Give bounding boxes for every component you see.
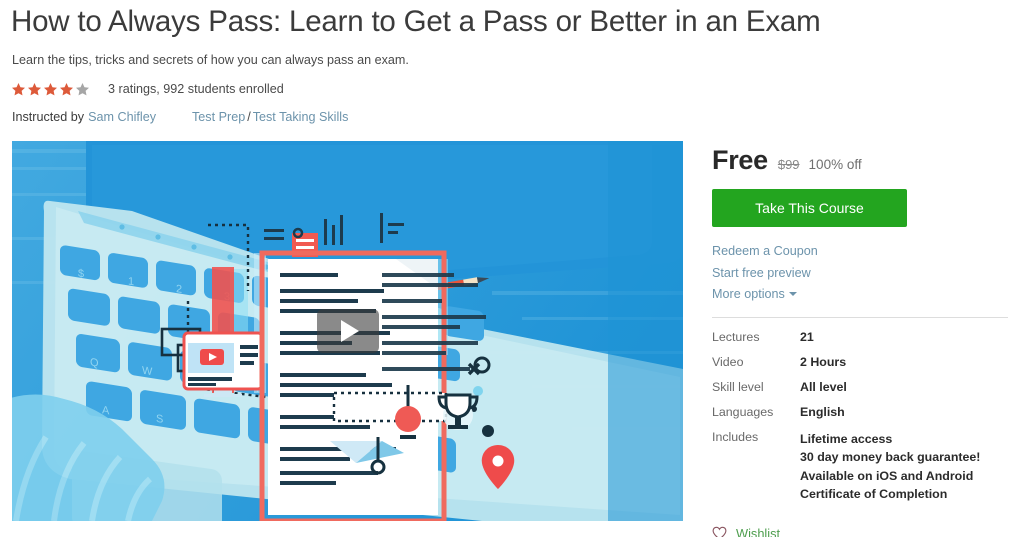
list-item: 30 day money back guarantee! [800,450,981,464]
purchase-panel: Free $99 100% off Take This Course Redee… [712,141,1012,537]
table-row: Lectures 21 [712,330,1008,355]
list-item: Lifetime access [800,431,893,446]
svg-text:2: 2 [176,283,182,296]
star-filled-icon [12,82,25,95]
more-options-label: More options [712,287,785,301]
spec-label: Video [712,354,744,369]
star-filled-icon [44,82,57,95]
table-row-includes: Includes Lifetime access 30 day money ba… [712,430,1008,514]
wishlist-label: Wishlist [736,525,781,537]
take-this-course-button[interactable]: Take This Course [712,189,907,227]
includes-cell: Lifetime access 30 day money back guaran… [800,430,1008,514]
spec-value: English [800,404,845,419]
star-filled-icon [28,82,41,95]
spec-label: Languages [712,404,774,419]
svg-text:$: $ [78,268,84,281]
chevron-down-icon [788,292,797,296]
svg-text:Q: Q [90,356,99,369]
spec-label: Skill level [712,379,764,394]
more-options-link[interactable]: More options [712,284,797,306]
price-row: Free $99 100% off [712,145,1012,179]
instructor-link[interactable]: Sam Chifley [88,110,156,124]
rating-row: 3 ratings, 992 students enrolled [11,80,284,98]
redeem-coupon-link[interactable]: Redeem a Coupon [712,241,818,263]
page-title: How to Always Pass: Learn to Get a Pass … [11,5,821,38]
current-price: Free [712,145,768,175]
includes-label: Includes [712,429,759,444]
course-preview-thumbnail[interactable]: $ 1 2 3 Q W A S P [12,141,683,521]
category-separator: / [247,110,251,124]
svg-text:1: 1 [128,275,134,288]
list-item: Certificate of Completion [800,487,948,501]
spec-value: 2 Hours [800,354,847,369]
rating-meta: 3 ratings, 992 students enrolled [108,82,284,96]
panel-divider [712,316,1008,318]
star-empty-icon [76,82,89,95]
heart-outline-icon [712,526,727,537]
category-breadcrumb: Test Prep / Test Taking Skills [192,110,348,124]
svg-text:S: S [156,413,163,426]
star-filled-icon [60,82,73,95]
panel-links: Redeem a Coupon Start free preview More … [712,241,1012,306]
start-free-preview-link[interactable]: Start free preview [712,263,811,285]
play-button[interactable] [316,309,379,353]
wishlist-button[interactable]: Wishlist [712,526,780,537]
spec-label: Lectures [712,329,760,344]
svg-text:W: W [142,365,153,379]
category-link[interactable]: Test Prep [192,110,245,124]
table-row: Languages English [712,405,1008,430]
original-price: $99 [777,157,800,172]
course-specs-table: Lectures 21 Video 2 Hours Skill level Al… [712,330,1008,514]
table-row: Video 2 Hours [712,355,1008,380]
spec-value: All level [800,379,847,394]
instructor-row: Instructed by Sam Chifley Test Prep / Test… [12,110,348,124]
play-triangle-icon [340,320,359,342]
list-item: Available on iOS and Android [800,468,974,483]
course-landing-page: How to Always Pass: Learn to Get a Pass … [0,0,1024,537]
includes-list: Lifetime access 30 day money back guaran… [800,430,1008,504]
subcategory-link[interactable]: Test Taking Skills [253,110,349,124]
discount-badge: 100% off [808,157,862,172]
instructed-by-label: Instructed by [12,110,85,124]
star-rating [11,82,90,97]
spec-value: 21 [800,329,814,344]
course-subtitle: Learn the tips, tricks and secrets of ho… [12,53,409,67]
table-row: Skill level All level [712,380,1008,405]
